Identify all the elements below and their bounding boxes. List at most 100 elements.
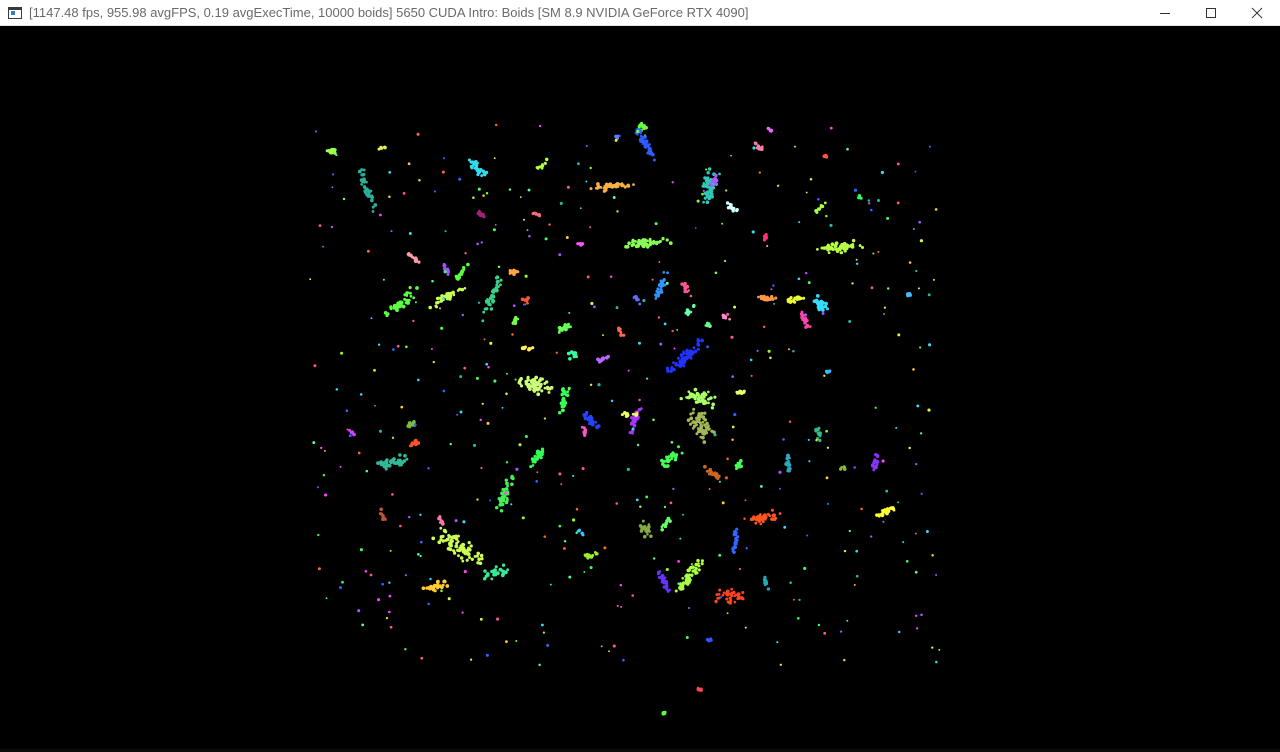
boid: [593, 305, 596, 309]
boid: [501, 406, 504, 409]
boid: [677, 560, 680, 563]
boid: [843, 549, 847, 553]
boid: [805, 323, 810, 328]
boid: [872, 252, 875, 255]
boid: [417, 553, 420, 556]
boid: [470, 160, 474, 164]
boid: [350, 430, 354, 434]
boid: [331, 173, 335, 176]
boid: [332, 147, 336, 151]
boid: [756, 144, 760, 148]
boid: [494, 223, 497, 226]
boid-flock: [409, 438, 421, 448]
close-button[interactable]: [1234, 0, 1280, 26]
boid: [540, 447, 545, 451]
boid-flock: [583, 550, 599, 560]
boid: [683, 287, 687, 291]
boid: [685, 348, 689, 353]
boid-flock: [589, 182, 635, 193]
boid: [408, 291, 412, 295]
boid: [318, 224, 322, 227]
boid: [722, 591, 726, 595]
boid: [705, 469, 709, 473]
boid: [309, 278, 312, 281]
boid: [515, 467, 519, 471]
boid: [549, 583, 552, 586]
boid: [770, 508, 774, 512]
boid: [476, 561, 480, 565]
render-viewport[interactable]: [0, 27, 1280, 752]
boid: [920, 492, 923, 495]
boid: [386, 463, 390, 468]
boid: [544, 157, 549, 162]
boid: [730, 335, 734, 339]
boid: [659, 342, 663, 346]
boid: [388, 594, 392, 598]
boid: [701, 431, 705, 436]
boid: [730, 154, 733, 157]
boid-flock: [661, 710, 667, 716]
boid: [392, 457, 396, 461]
boid: [526, 296, 530, 300]
boid: [851, 238, 856, 243]
boid: [365, 469, 369, 473]
boid-flock: [814, 201, 827, 214]
boid: [409, 443, 414, 448]
boid: [523, 345, 528, 349]
boid: [776, 184, 780, 188]
minimize-button[interactable]: [1142, 0, 1188, 26]
boid: [752, 146, 756, 150]
title-bar[interactable]: [1147.48 fps, 955.98 avgFPS, 0.19 avgExe…: [0, 0, 1280, 26]
boid: [572, 518, 576, 522]
boid: [736, 535, 740, 539]
boid: [685, 355, 690, 360]
boid: [618, 134, 621, 138]
boid: [384, 460, 388, 464]
boid: [809, 177, 813, 181]
boid: [708, 323, 711, 327]
boid: [762, 325, 766, 329]
boid: [543, 386, 547, 390]
boid: [704, 428, 708, 432]
boid: [651, 278, 654, 281]
boid: [686, 418, 691, 422]
boid: [793, 145, 797, 148]
boid: [627, 369, 630, 372]
boid: [500, 502, 504, 506]
boid: [447, 291, 451, 295]
boid: [404, 301, 408, 305]
boid: [708, 488, 711, 490]
boid: [708, 188, 712, 192]
boid: [583, 416, 587, 421]
boid: [373, 368, 376, 372]
boid-flock: [454, 262, 470, 281]
boid: [648, 237, 652, 241]
boid: [690, 563, 693, 566]
boid: [623, 185, 627, 189]
boid: [400, 405, 404, 409]
boid-flock: [535, 157, 549, 170]
boid: [315, 130, 318, 133]
boid-flock: [431, 526, 484, 566]
boid: [382, 278, 385, 281]
boid: [564, 323, 568, 327]
boid: [668, 241, 673, 245]
boid: [702, 401, 706, 404]
boid: [709, 194, 713, 198]
boid: [661, 237, 665, 241]
boid-flock: [576, 242, 585, 247]
boid: [770, 288, 773, 291]
boid: [513, 318, 517, 322]
boid: [589, 418, 593, 422]
boid: [658, 239, 662, 243]
boid: [596, 424, 601, 428]
boid-flock: [376, 453, 409, 471]
boid: [434, 305, 439, 309]
boid: [439, 307, 441, 310]
boid: [870, 535, 873, 538]
boid: [442, 389, 446, 393]
boid: [585, 552, 589, 556]
boid: [485, 572, 490, 576]
boid: [412, 296, 416, 300]
maximize-button[interactable]: [1188, 0, 1234, 26]
